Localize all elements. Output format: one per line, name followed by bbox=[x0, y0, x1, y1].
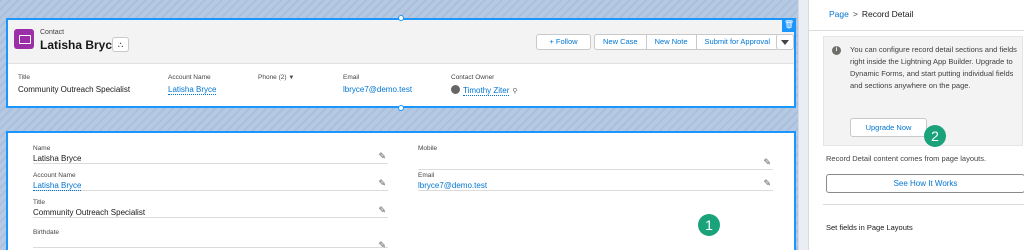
field-label: Title bbox=[18, 74, 31, 81]
breadcrumb-page-link[interactable]: Page bbox=[829, 9, 849, 19]
divider bbox=[823, 204, 1024, 205]
detail-field-account: Account Name Latisha Bryce ✎ bbox=[33, 172, 388, 191]
more-actions-dropdown[interactable] bbox=[776, 34, 794, 50]
account-link[interactable]: Latisha Bryce bbox=[33, 181, 82, 191]
detail-field-mobile: Mobile ✎ bbox=[418, 145, 773, 170]
info-icon: i bbox=[832, 46, 841, 55]
contact-icon bbox=[14, 29, 34, 49]
field-label: Account Name bbox=[168, 74, 211, 81]
record-type-label: Contact bbox=[40, 29, 65, 36]
owner-link[interactable]: Timothy Ziter bbox=[463, 86, 510, 96]
pencil-icon[interactable]: ✎ bbox=[763, 178, 771, 189]
highlight-field-account: Account Name Latisha Bryce bbox=[168, 74, 217, 95]
email-link[interactable]: lbryce7@demo.test bbox=[418, 181, 487, 190]
resize-handle-bottom[interactable] bbox=[398, 105, 404, 111]
new-case-button[interactable]: New Case bbox=[594, 34, 647, 50]
submit-for-approval-button[interactable]: Submit for Approval bbox=[696, 34, 779, 50]
pencil-icon[interactable]: ✎ bbox=[378, 151, 386, 162]
highlight-field-phone: Phone (2) ▼ bbox=[258, 74, 294, 85]
field-value: Community Outreach Specialist bbox=[18, 85, 131, 94]
divider bbox=[809, 30, 1024, 31]
highlights-header: Contact Latisha Bryce ⛬ + Follow New Cas… bbox=[8, 20, 794, 64]
email-link[interactable]: lbryce7@demo.test bbox=[343, 85, 412, 94]
pencil-icon[interactable]: ✎ bbox=[378, 205, 386, 216]
field-label: Account Name bbox=[33, 172, 76, 179]
change-owner-icon[interactable]: ⚲ bbox=[512, 88, 517, 95]
chevron-down-icon[interactable]: ▼ bbox=[288, 75, 294, 81]
field-label: Birthdate bbox=[33, 229, 60, 236]
upgrade-now-button[interactable]: Upgrade Now bbox=[850, 118, 927, 137]
callout-badge-1: 1 bbox=[698, 214, 720, 236]
see-how-it-works-button[interactable]: See How It Works bbox=[826, 174, 1024, 193]
record-name: Latisha Bryce bbox=[40, 38, 119, 52]
field-label: Name bbox=[33, 145, 51, 152]
detail-field-birthdate: Birthdate ✎ bbox=[33, 229, 388, 250]
field-value: Community Outreach Specialist bbox=[33, 208, 146, 217]
callout-badge-2: 2 bbox=[924, 125, 946, 147]
canvas-scrollbar[interactable] bbox=[798, 0, 808, 250]
properties-panel: Page > Record Detail i You can configure r… bbox=[808, 0, 1024, 250]
field-value: Latisha Bryce bbox=[33, 154, 82, 163]
detail-field-email: Email lbryce7@demo.test ✎ bbox=[418, 172, 773, 191]
hierarchy-button[interactable]: ⛬ bbox=[112, 37, 129, 52]
field-label: Contact Owner bbox=[451, 74, 495, 81]
follow-button[interactable]: + Follow bbox=[536, 34, 591, 50]
breadcrumb-separator: > bbox=[852, 9, 858, 19]
pencil-icon[interactable]: ✎ bbox=[763, 157, 771, 168]
avatar bbox=[451, 85, 460, 94]
hierarchy-icon: ⛬ bbox=[117, 40, 124, 49]
highlight-field-owner: Contact Owner Timothy Ziter ⚲ bbox=[451, 74, 518, 96]
field-label: Email bbox=[418, 172, 435, 179]
field-label: Phone (2) bbox=[258, 74, 287, 81]
info-text: You can configure record detail sections… bbox=[850, 45, 1017, 90]
field-label: Mobile bbox=[418, 145, 438, 152]
highlight-field-email: Email lbryce7@demo.test bbox=[343, 74, 412, 94]
field-label: Title bbox=[33, 199, 46, 206]
delete-component-icon[interactable]: 🗑 bbox=[782, 18, 796, 32]
builder-canvas: Contact Latisha Bryce ⛬ + Follow New Cas… bbox=[0, 0, 808, 250]
highlight-field-title: Title Community Outreach Specialist bbox=[18, 74, 130, 94]
new-note-button[interactable]: New Note bbox=[646, 34, 697, 50]
pencil-icon[interactable]: ✎ bbox=[378, 240, 386, 250]
detail-field-name: Name Latisha Bryce ✎ bbox=[33, 145, 388, 164]
resize-handle-top[interactable] bbox=[398, 15, 404, 21]
account-link[interactable]: Latisha Bryce bbox=[168, 85, 217, 95]
action-button-group: New Case New Note Submit for Approval bbox=[594, 34, 779, 50]
detail-field-title: Title Community Outreach Specialist ✎ bbox=[33, 199, 388, 218]
set-fields-heading: Set fields in Page Layouts bbox=[826, 223, 913, 232]
page-layout-note: Record Detail content comes from page la… bbox=[826, 154, 987, 163]
record-detail-component[interactable]: Name Latisha Bryce ✎ Account Name Latish… bbox=[6, 131, 796, 250]
breadcrumb-current: Record Detail bbox=[861, 9, 914, 19]
upgrade-info-box: i You can configure record detail sectio… bbox=[823, 36, 1023, 147]
breadcrumb: Page > Record Detail bbox=[829, 9, 913, 19]
highlights-panel-component[interactable]: Contact Latisha Bryce ⛬ + Follow New Cas… bbox=[6, 18, 796, 108]
highlights-fields: Title Community Outreach Specialist Acco… bbox=[8, 64, 794, 106]
pencil-icon[interactable]: ✎ bbox=[378, 178, 386, 189]
field-label: Email bbox=[343, 74, 360, 81]
